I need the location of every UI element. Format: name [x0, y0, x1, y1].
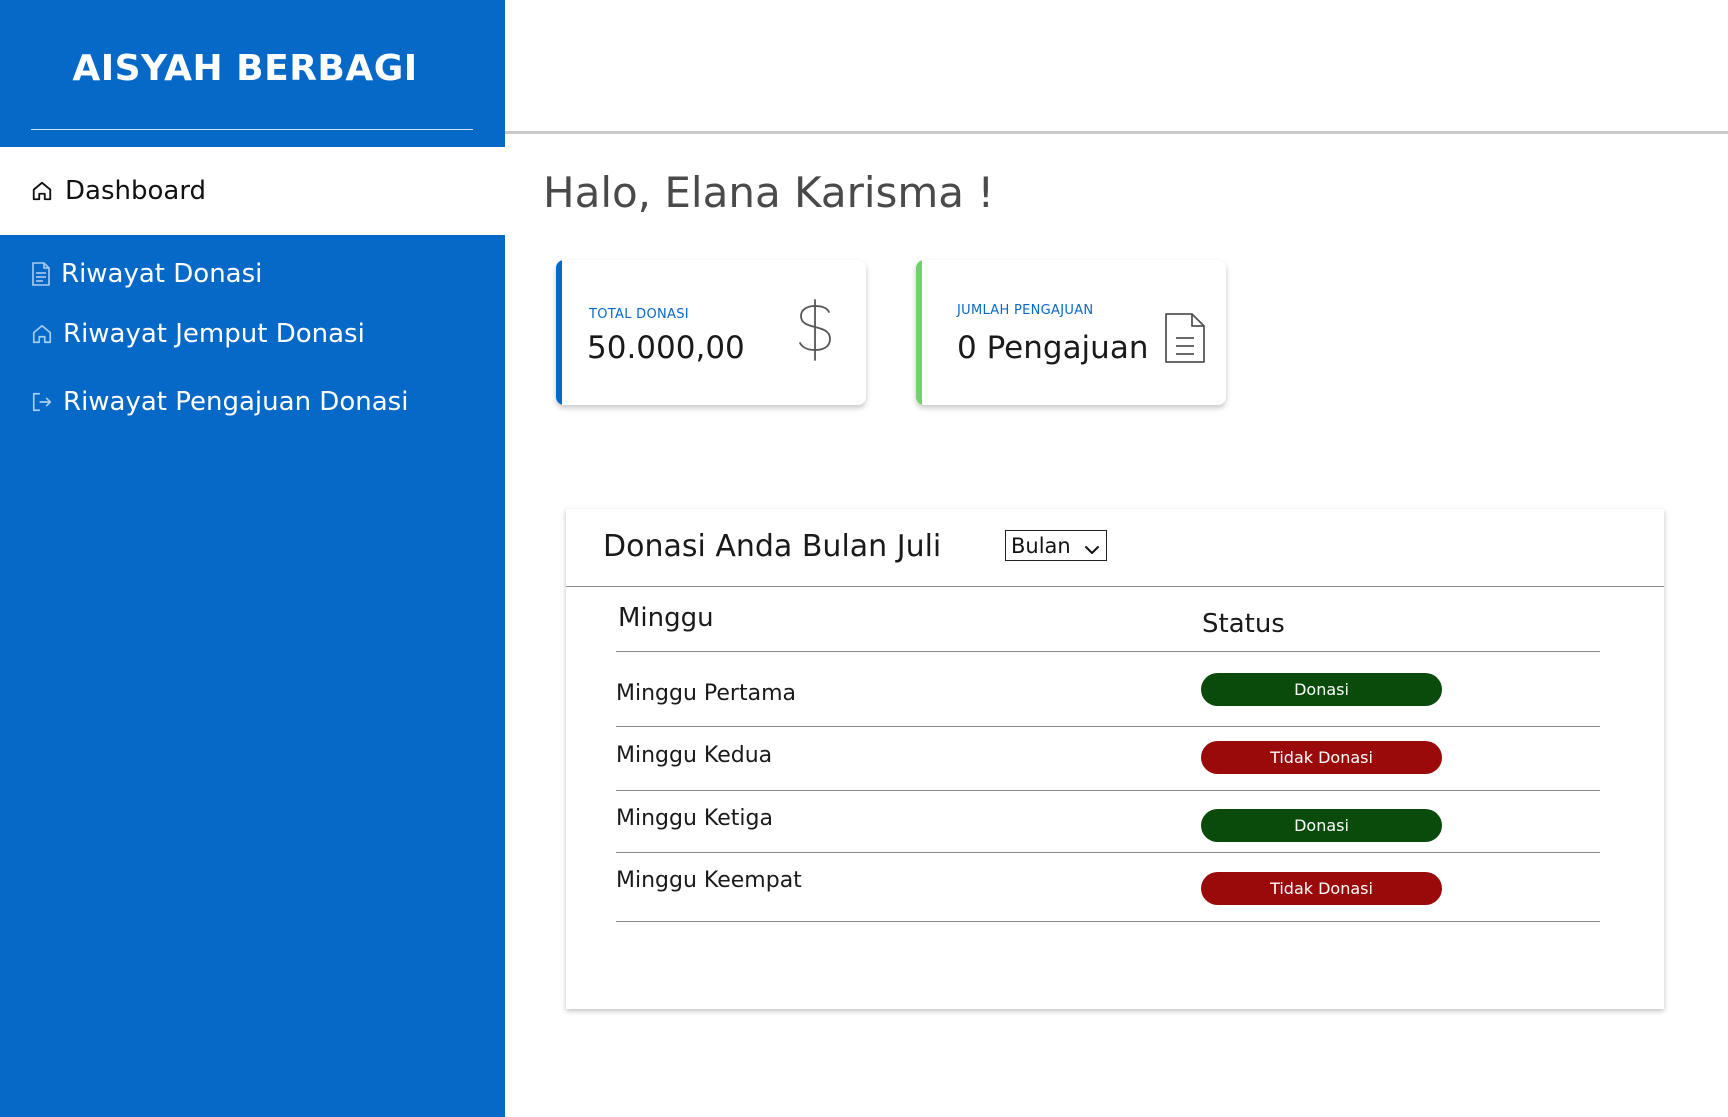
dollar-icon [796, 298, 834, 366]
card-accent [556, 260, 562, 405]
jumlah-pengajuan-card: JUMLAH PENGAJUAN 0 Pengajuan [916, 260, 1226, 405]
week-cell: Minggu Kedua [616, 743, 773, 768]
column-header-minggu: Minggu [618, 603, 714, 633]
status-badge: Donasi [1201, 673, 1442, 706]
total-donasi-card: TOTAL DONASI 50.000,00 [556, 260, 866, 405]
document-icon [1164, 312, 1206, 368]
select-value: Bulan [1011, 533, 1071, 558]
week-cell: Minggu Keempat [616, 868, 802, 893]
row-divider [616, 790, 1600, 791]
card-value: 0 Pengajuan [957, 330, 1149, 366]
status-badge: Tidak Donasi [1201, 741, 1442, 774]
status-badge: Tidak Donasi [1201, 872, 1442, 905]
week-cell: Minggu Ketiga [616, 806, 773, 831]
week-cell: Minggu Pertama [616, 681, 796, 706]
sidebar-item-riwayat-pengajuan-donasi[interactable]: Riwayat Pengajuan Donasi [31, 387, 408, 417]
sidebar-item-riwayat-donasi[interactable]: Riwayat Donasi [31, 259, 262, 289]
sidebar-item-label: Riwayat Donasi [61, 259, 263, 289]
sidebar-item-label: Riwayat Jemput Donasi [63, 319, 365, 349]
panel-title: Donasi Anda Bulan Juli [603, 529, 942, 564]
sidebar: AISYAH BERBAGI Dashboard Riwayat Donasi … [0, 0, 505, 1117]
chevron-down-icon [1084, 538, 1100, 562]
home-icon [31, 323, 53, 345]
sidebar-item-riwayat-jemput-donasi[interactable]: Riwayat Jemput Donasi [31, 319, 365, 349]
row-divider [616, 921, 1600, 922]
page-greeting: Halo, Elana Karisma ! [543, 168, 995, 217]
row-divider [616, 726, 1600, 727]
sidebar-item-label: Dashboard [65, 176, 207, 206]
card-accent [916, 260, 922, 405]
document-icon [31, 262, 51, 286]
card-caption: JUMLAH PENGAJUAN [957, 303, 1094, 318]
donation-panel: Donasi Anda Bulan Juli Bulan Minggu Stat… [566, 509, 1664, 1009]
sign-out-icon [31, 391, 53, 413]
brand: AISYAH BERBAGI [0, 0, 505, 147]
panel-header: Donasi Anda Bulan Juli Bulan [566, 509, 1664, 587]
sidebar-item-dashboard[interactable]: Dashboard [0, 147, 505, 235]
status-badge: Donasi [1201, 809, 1442, 842]
brand-divider [31, 129, 473, 130]
home-icon [31, 180, 53, 202]
card-value: 50.000,00 [587, 330, 745, 366]
row-divider [616, 651, 1600, 652]
month-select[interactable]: Bulan [1005, 530, 1107, 561]
brand-title: AISYAH BERBAGI [72, 48, 418, 89]
column-header-status: Status [1202, 609, 1285, 639]
row-divider [616, 852, 1600, 853]
card-caption: TOTAL DONASI [589, 307, 689, 322]
sidebar-item-label: Riwayat Pengajuan Donasi [63, 387, 409, 417]
top-bar [505, 0, 1728, 134]
